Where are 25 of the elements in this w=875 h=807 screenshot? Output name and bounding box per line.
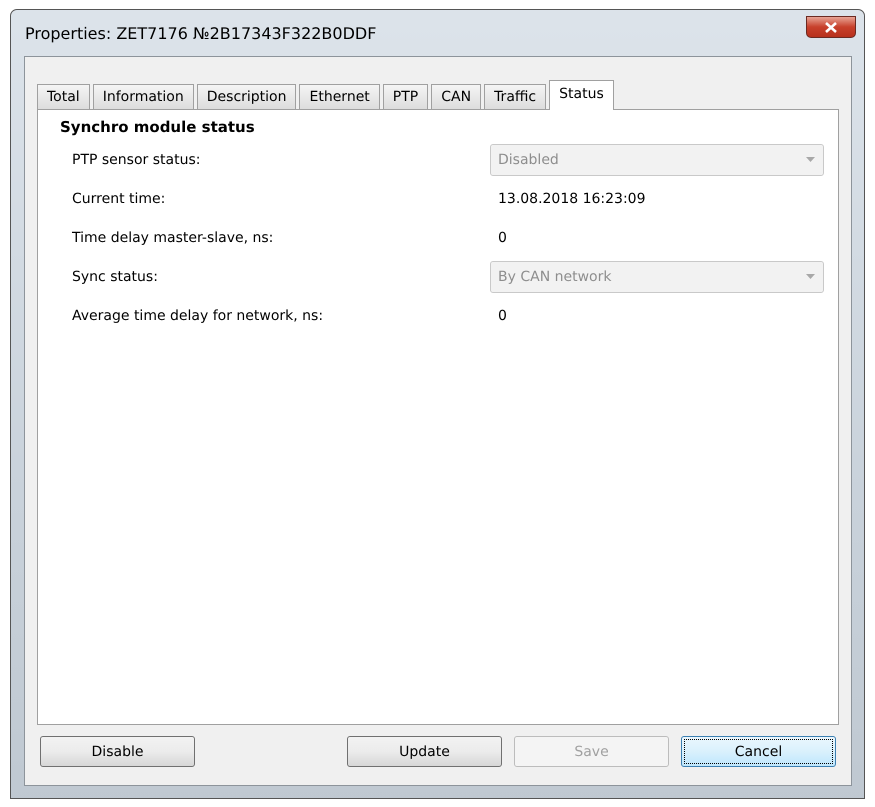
dialog-button[interactable]: Cancel bbox=[681, 736, 836, 767]
field-value: 13.08.2018 16:23:09 bbox=[497, 190, 646, 206]
field-value: 0 bbox=[497, 308, 508, 324]
field-label: PTP sensor status: bbox=[72, 152, 202, 168]
field-label: Average time delay for network, ns: bbox=[72, 308, 324, 324]
dropdown-arrow-icon bbox=[806, 274, 815, 279]
dropdown-arrow-icon bbox=[806, 157, 815, 162]
window-title: Properties: ZET7176 №2B17343F322B0DDF bbox=[25, 24, 376, 42]
close-icon bbox=[825, 22, 837, 32]
tab[interactable]: Ethernet bbox=[299, 84, 380, 109]
tab[interactable]: Status bbox=[549, 80, 614, 110]
tab[interactable]: Total bbox=[37, 84, 90, 109]
section-title: Synchro module status bbox=[60, 118, 256, 136]
tab[interactable]: CAN bbox=[431, 84, 482, 109]
dialog-button[interactable]: Disable bbox=[40, 736, 195, 767]
field-value: 0 bbox=[497, 230, 508, 246]
field-label: Current time: bbox=[72, 190, 166, 206]
tab[interactable]: Traffic bbox=[484, 84, 546, 109]
tab[interactable]: Description bbox=[196, 84, 296, 109]
dialog-button[interactable]: Update bbox=[347, 736, 502, 767]
tab[interactable]: Information bbox=[92, 84, 194, 109]
tab[interactable]: PTP bbox=[382, 84, 428, 109]
field-label: Time delay master-slave, ns: bbox=[72, 230, 274, 246]
close-button[interactable] bbox=[806, 16, 856, 38]
field-label: Sync status: bbox=[72, 268, 159, 284]
